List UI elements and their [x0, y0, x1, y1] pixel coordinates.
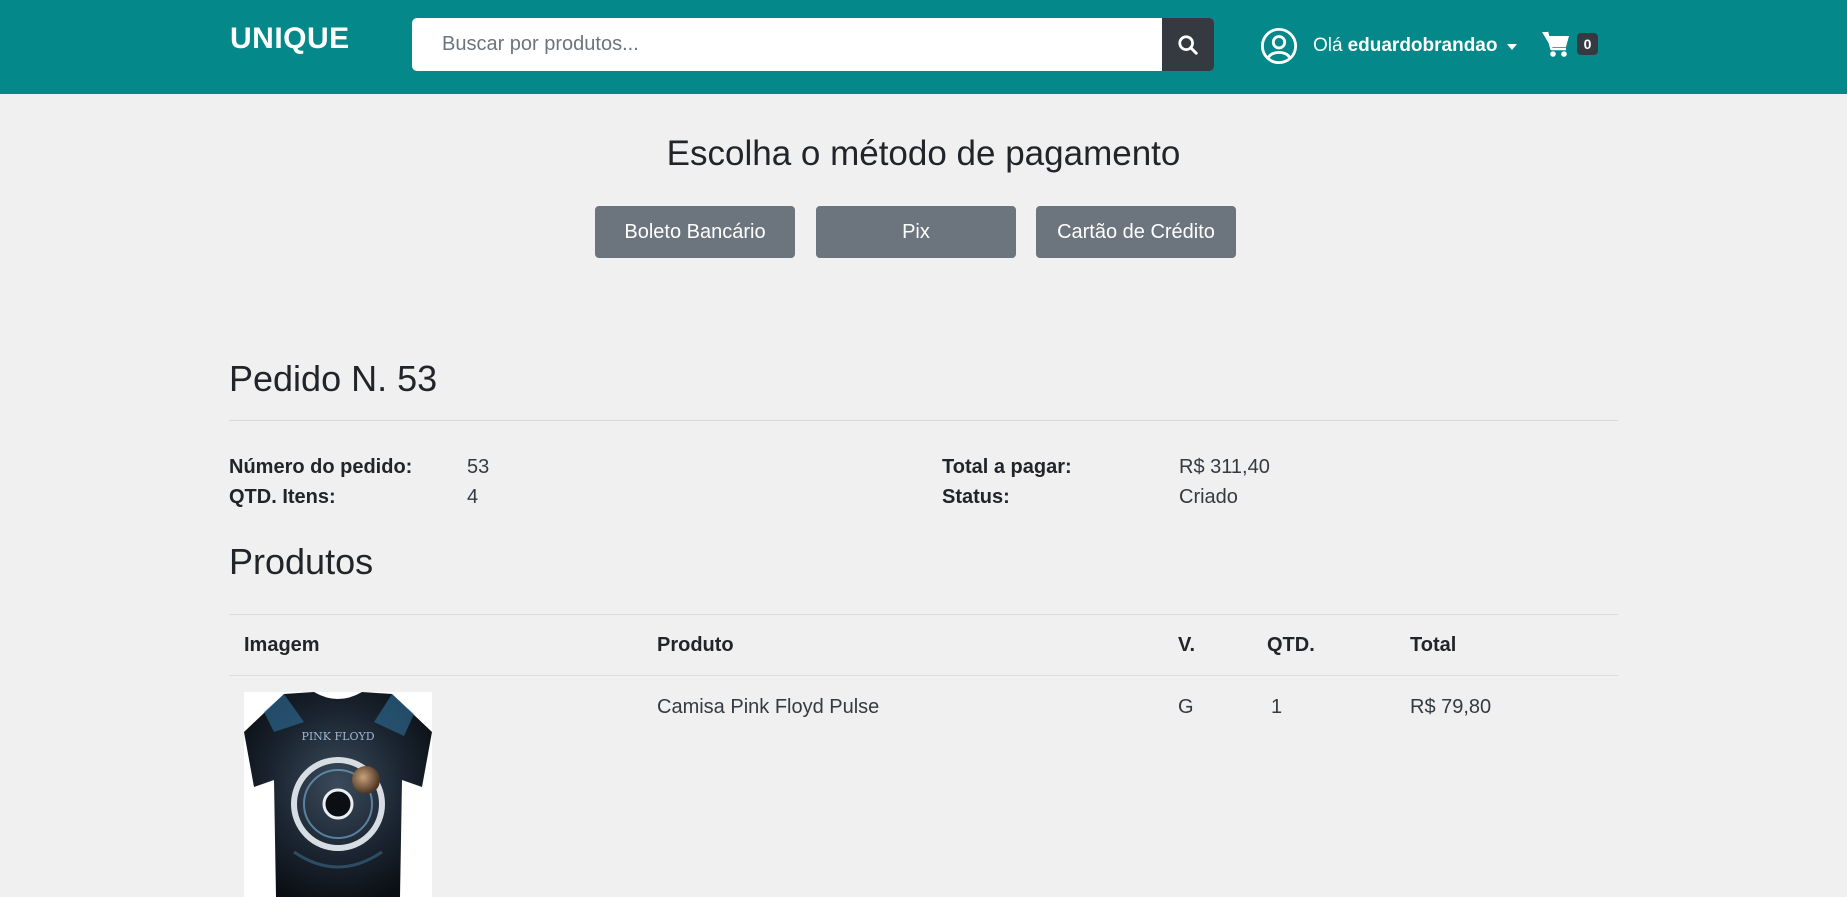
boleto-button[interactable]: Boleto Bancário [595, 206, 795, 258]
products-title: Produtos [229, 541, 374, 582]
total-label: Total a pagar: [942, 456, 1072, 478]
user-menu[interactable]: Olá eduardobrandao [1260, 27, 1518, 65]
username: eduardobrandao [1347, 35, 1498, 56]
order-title: Pedido N. 53 [229, 358, 438, 399]
status-label: Status: [942, 486, 1010, 508]
items-count-label: QTD. Itens: [229, 486, 336, 508]
product-quantity: 1 [1271, 696, 1283, 718]
total-value: R$ 311,40 [1179, 456, 1270, 478]
product-variant: G [1178, 696, 1194, 718]
search-bar [412, 18, 1214, 71]
greeting-text: Olá [1313, 35, 1343, 56]
column-header-product: Produto [657, 634, 734, 656]
payment-title: Escolha o método de pagamento [666, 134, 1181, 173]
column-header-total: Total [1410, 634, 1457, 656]
table-top-border [229, 614, 1618, 615]
credit-card-button[interactable]: Cartão de Crédito [1036, 206, 1236, 258]
product-name: Camisa Pink Floyd Pulse [657, 696, 880, 718]
user-circle-icon [1260, 27, 1298, 65]
cart-count-badge: 0 [1577, 33, 1598, 55]
product-print-text: PINK FLOYD [301, 730, 374, 743]
order-number-label: Número do pedido: [229, 456, 413, 478]
column-header-quantity: QTD. [1267, 634, 1315, 656]
search-button[interactable] [1162, 18, 1214, 71]
cart-icon [1542, 31, 1569, 57]
column-header-variant: V. [1178, 634, 1196, 656]
search-icon [1178, 34, 1198, 55]
navbar: UNIQUE Olá eduardobrandao 0 [0, 0, 1847, 94]
product-image[interactable]: PINK FLOYD [244, 692, 432, 897]
pix-button[interactable]: Pix [816, 206, 1016, 258]
status-value: Criado [1179, 486, 1238, 508]
order-number-value: 53 [467, 456, 490, 478]
column-header-image: Imagem [244, 634, 320, 656]
brand-logo[interactable]: UNIQUE [230, 22, 350, 56]
table-header-border [229, 675, 1618, 676]
cart-link[interactable]: 0 [1541, 30, 1598, 58]
caret-down-icon [1507, 44, 1518, 50]
divider [229, 420, 1618, 421]
product-total: R$ 79,80 [1410, 696, 1492, 718]
search-input[interactable] [412, 18, 1162, 71]
items-count-value: 4 [467, 486, 479, 508]
